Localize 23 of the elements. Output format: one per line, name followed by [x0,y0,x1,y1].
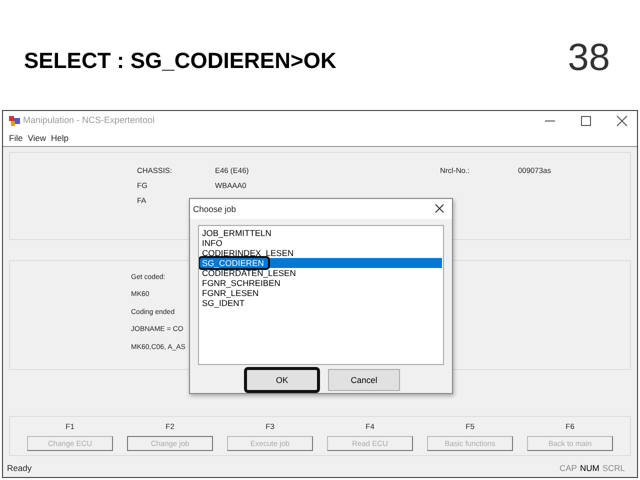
job-item[interactable]: FGNR_LESEN [200,288,442,298]
app-icon [9,116,20,126]
job-item[interactable]: SG_CODIEREN [200,258,442,268]
dialog-title: Choose job [193,202,236,216]
status-indicator: SCRL [602,462,625,476]
menu-item[interactable]: File [9,132,23,144]
status-indicator: CAP [559,462,577,476]
menu-item[interactable]: View [28,132,46,144]
job-item[interactable]: SG_IDENT [200,298,442,308]
menu-item[interactable]: Help [50,132,68,144]
status-text: Ready [7,462,32,476]
job-item[interactable]: INFO [200,238,442,248]
window-title: Manipulation - NCS-Expertentool [23,114,155,127]
page-number: 38 [568,36,610,81]
status-indicator: NUM [580,462,600,476]
job-item[interactable]: JOB_ERMITTELN [200,228,442,238]
job-item[interactable]: CODIERDATEN_LESEN [200,268,442,278]
dialog-button[interactable]: Cancel [328,369,400,391]
job-item[interactable]: FGNR_SCHREIBEN [200,278,442,288]
close-icon[interactable] [435,204,444,214]
slide-heading: SELECT : SG_CODIEREN>OK [24,47,336,75]
dialog-button[interactable]: OK [244,367,320,393]
job-item[interactable]: CODIERINDEX_LESEN [200,248,442,258]
